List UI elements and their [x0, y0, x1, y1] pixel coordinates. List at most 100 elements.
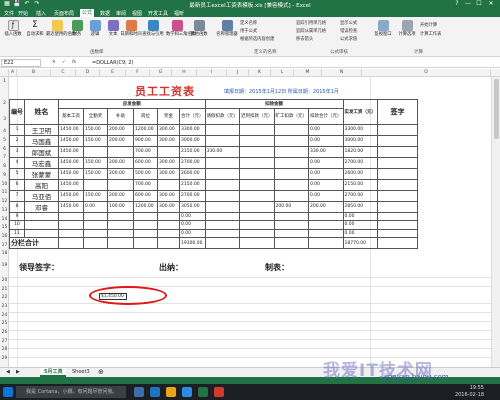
- table-cell[interactable]: [239, 189, 275, 202]
- table-cell[interactable]: 300.00: [157, 200, 181, 213]
- row-number-cell[interactable]: 10: [9, 220, 26, 230]
- table-cell[interactable]: 2600.00: [342, 167, 379, 180]
- help-button[interactable]: ?: [452, 0, 462, 7]
- table-cell[interactable]: 500.00: [133, 167, 159, 180]
- table-cell[interactable]: 330.00: [308, 145, 344, 158]
- header-cell[interactable]: 签字: [377, 99, 419, 125]
- table-cell[interactable]: [273, 189, 310, 202]
- signature-cell[interactable]: [377, 211, 419, 222]
- cancel-icon[interactable]: ✕: [52, 60, 56, 65]
- signature-cell[interactable]: [377, 134, 419, 147]
- table-cell[interactable]: 600.00: [133, 189, 159, 202]
- table-cell[interactable]: [239, 228, 275, 239]
- table-cell[interactable]: [157, 178, 181, 191]
- enter-icon[interactable]: ✓: [62, 60, 66, 65]
- column-header[interactable]: J: [227, 69, 249, 77]
- table-cell[interactable]: 200.00: [107, 134, 135, 147]
- table-cell[interactable]: [58, 211, 85, 222]
- table-cell[interactable]: 0.00: [308, 167, 344, 180]
- employee-name-cell[interactable]: 马国鑫: [24, 134, 60, 147]
- lookup-button[interactable]: 查找与引用: [142, 20, 164, 37]
- scroll-right-icon[interactable]: ▶: [12, 368, 24, 377]
- total-sum-cell[interactable]: 19300.00: [179, 237, 206, 250]
- table-cell[interactable]: 2700.00: [179, 189, 206, 202]
- worksheet[interactable]: 员工工资表 填报日期：2015年1月12日 所属日期：2015年1月 编号 姓名…: [9, 77, 491, 367]
- insert-function-button[interactable]: ƒ 插入函数: [2, 20, 24, 37]
- row-header[interactable]: 24: [0, 313, 9, 318]
- table-cell[interactable]: 0.00: [308, 156, 344, 169]
- column-header[interactable]: G: [150, 69, 172, 77]
- column-header[interactable]: O: [362, 69, 491, 77]
- header-cell[interactable]: 编号: [9, 99, 26, 125]
- table-cell[interactable]: [273, 178, 310, 191]
- table-cell[interactable]: [273, 167, 310, 180]
- table-cell[interactable]: [133, 211, 159, 222]
- header-cell[interactable]: 迟到扣款（元）: [239, 107, 275, 125]
- table-cell[interactable]: 0.00: [179, 211, 206, 222]
- tab-page-layout[interactable]: 页面布局: [54, 10, 74, 17]
- table-cell[interactable]: 300.00: [157, 134, 181, 147]
- column-header[interactable]: D: [76, 69, 100, 77]
- table-cell[interactable]: [58, 220, 85, 230]
- table-cell[interactable]: [204, 200, 241, 213]
- table-cell[interactable]: [239, 134, 275, 147]
- table-cell[interactable]: 2850.00: [342, 200, 379, 213]
- table-cell[interactable]: 1450.00: [58, 134, 85, 147]
- formula-input[interactable]: =DOLLAR(C9, 2): [92, 59, 134, 67]
- signature-cell[interactable]: [377, 123, 419, 136]
- table-cell[interactable]: [204, 156, 241, 169]
- table-cell[interactable]: [239, 167, 275, 180]
- table-cell[interactable]: 0.00: [308, 189, 344, 202]
- trace-precedents-item[interactable]: 追踪引用单元格: [296, 20, 326, 26]
- table-cell[interactable]: 150.00: [83, 167, 109, 180]
- table-cell[interactable]: 1820.00: [342, 145, 379, 158]
- table-cell[interactable]: 200.00: [107, 167, 135, 180]
- more-functions-button[interactable]: 其他函数: [188, 20, 210, 37]
- employee-name-cell[interactable]: 马宏鑫: [24, 156, 60, 169]
- table-cell[interactable]: 3300.00: [179, 123, 206, 136]
- fx-button[interactable]: fx: [72, 60, 76, 65]
- row-header[interactable]: 22: [0, 295, 9, 300]
- signature-cell[interactable]: [377, 228, 419, 239]
- calc-options-button[interactable]: 计算选项: [396, 20, 418, 37]
- table-cell[interactable]: [157, 220, 181, 230]
- table-cell[interactable]: [83, 220, 109, 230]
- signature-cell[interactable]: [377, 156, 419, 169]
- table-cell[interactable]: [239, 156, 275, 169]
- recent-functions-button[interactable]: 最近使用的函数: [46, 20, 76, 37]
- row-number-cell[interactable]: 11: [9, 228, 26, 239]
- column-header[interactable]: B: [17, 69, 51, 77]
- table-cell[interactable]: [107, 220, 135, 230]
- row-header[interactable]: 28: [0, 347, 9, 352]
- table-cell[interactable]: [204, 220, 241, 230]
- table-cell[interactable]: [273, 211, 310, 222]
- table-cell[interactable]: 1450.00: [58, 156, 85, 169]
- row-header[interactable]: 18: [0, 251, 9, 256]
- table-cell[interactable]: [239, 237, 275, 250]
- cortana-search-box[interactable]: 我是 Cortana，小娜。有问题尽管问我。: [16, 386, 126, 398]
- select-all-corner[interactable]: [0, 69, 9, 77]
- row-header[interactable]: 26: [0, 330, 9, 335]
- table-cell[interactable]: 150.00: [83, 123, 109, 136]
- column-header[interactable]: E: [100, 69, 126, 77]
- sheet-tab-sheet3[interactable]: Sheet3: [68, 368, 94, 377]
- table-cell[interactable]: [204, 178, 241, 191]
- table-cell[interactable]: 200.00: [107, 189, 135, 202]
- header-cell[interactable]: 应发金额: [58, 99, 206, 109]
- header-cell[interactable]: 奖金: [157, 107, 181, 125]
- row-number-cell[interactable]: 4: [9, 156, 26, 169]
- employee-name-cell[interactable]: 马亚佰: [24, 189, 60, 202]
- table-cell[interactable]: [239, 211, 275, 222]
- table-cell[interactable]: 3000.00: [342, 134, 379, 147]
- table-cell[interactable]: 600.00: [133, 156, 159, 169]
- row-number-cell[interactable]: 5: [9, 167, 26, 180]
- table-cell[interactable]: 150.00: [83, 189, 109, 202]
- tab-review[interactable]: 审阅: [116, 10, 126, 17]
- header-cell[interactable]: 扣除金额: [204, 99, 344, 109]
- header-cell[interactable]: 旷工扣款（元）: [273, 107, 310, 125]
- row-header[interactable]: 3: [0, 117, 9, 122]
- table-cell[interactable]: 2150.00: [342, 178, 379, 191]
- table-cell[interactable]: [273, 220, 310, 230]
- row-header[interactable]: 6: [0, 147, 9, 152]
- table-cell[interactable]: 0.00: [308, 123, 344, 136]
